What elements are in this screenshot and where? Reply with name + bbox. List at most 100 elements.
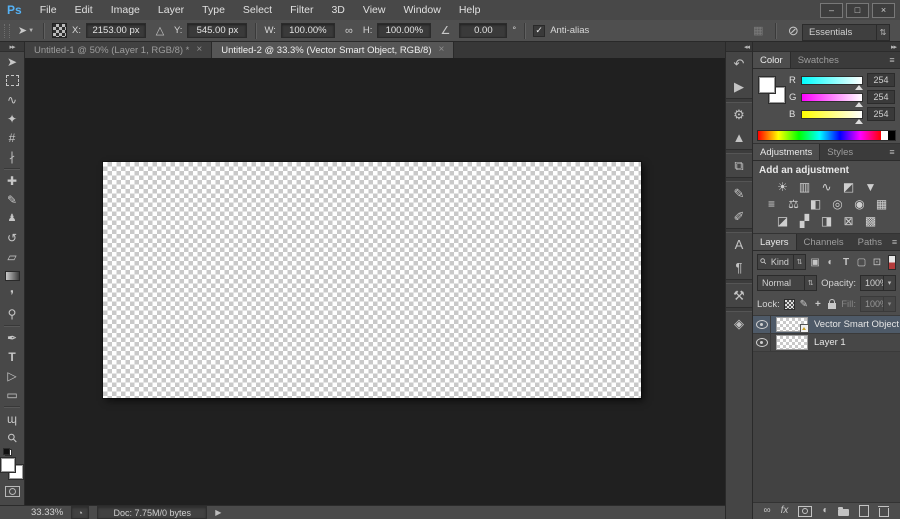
close-button[interactable]: × bbox=[872, 3, 895, 18]
move-tool-preset-button[interactable]: ➤ ▼ bbox=[17, 23, 35, 39]
3d-panel-icon[interactable]: ◈ bbox=[726, 312, 752, 335]
menu-help[interactable]: Help bbox=[450, 0, 490, 20]
lock-transparent-pixels-icon[interactable] bbox=[783, 298, 795, 310]
exposure-icon[interactable]: ◩ bbox=[840, 179, 857, 194]
path-selection-tool[interactable]: ▷ bbox=[0, 366, 24, 385]
x-input[interactable]: 2153.00 px bbox=[85, 23, 146, 38]
width-input[interactable]: 100.00% bbox=[280, 23, 335, 38]
vibrance-icon[interactable]: ▼ bbox=[862, 179, 879, 194]
menu-3d[interactable]: 3D bbox=[322, 0, 353, 20]
menu-select[interactable]: Select bbox=[234, 0, 281, 20]
clone-source-panel-icon[interactable]: ⧉ bbox=[726, 154, 752, 177]
blend-mode-select[interactable]: Normal ⇅ bbox=[757, 275, 818, 291]
options-bar-grip[interactable] bbox=[4, 23, 10, 38]
character-panel-icon[interactable]: A bbox=[726, 233, 752, 256]
warp-mode-icon[interactable]: ▦ bbox=[749, 23, 767, 39]
type-tool[interactable]: T bbox=[0, 347, 24, 366]
gradient-tool[interactable] bbox=[0, 266, 24, 285]
menu-window[interactable]: Window bbox=[394, 0, 449, 20]
link-layers-icon[interactable]: ∞ bbox=[764, 506, 771, 516]
height-input[interactable]: 100.00% bbox=[377, 23, 432, 38]
paragraph-panel-icon[interactable]: ¶ bbox=[726, 256, 752, 279]
gradient-map-icon[interactable]: ▩ bbox=[862, 213, 879, 228]
hue-saturation-icon[interactable]: ≡ bbox=[763, 196, 780, 211]
history-panel-icon[interactable]: ↶ bbox=[726, 52, 752, 75]
menu-view[interactable]: View bbox=[354, 0, 395, 20]
delete-layer-icon[interactable] bbox=[878, 505, 890, 517]
default-colors-icon[interactable] bbox=[3, 448, 12, 456]
blue-slider[interactable] bbox=[801, 109, 863, 124]
quick-selection-tool[interactable]: ✦ bbox=[0, 109, 24, 128]
zoom-tool[interactable]: ⚲ bbox=[0, 428, 24, 447]
filter-smart-objects-icon[interactable]: ⊡ bbox=[871, 255, 883, 269]
history-brush-tool[interactable]: ↺ bbox=[0, 228, 24, 247]
dock-collapse-button[interactable]: ▸▸ bbox=[753, 42, 900, 52]
spectrum-white[interactable] bbox=[881, 131, 888, 140]
new-layer-icon[interactable] bbox=[859, 505, 870, 517]
color-lookup-icon[interactable]: ▦ bbox=[873, 196, 890, 211]
slider-thumb[interactable] bbox=[855, 84, 863, 90]
red-slider[interactable] bbox=[801, 75, 863, 90]
curves-icon[interactable]: ∿ bbox=[818, 179, 835, 194]
new-adjustment-layer-icon[interactable]: ◐ bbox=[822, 506, 828, 516]
minimize-button[interactable]: – bbox=[820, 3, 843, 18]
tab-paths[interactable]: Paths bbox=[851, 234, 889, 250]
move-tool[interactable]: ➤ bbox=[0, 52, 24, 71]
panel-menu-icon[interactable]: ≡ bbox=[884, 144, 900, 160]
foreground-color-swatch[interactable] bbox=[759, 77, 775, 93]
lock-all-icon[interactable] bbox=[827, 299, 837, 309]
tab-adjustments[interactable]: Adjustments bbox=[753, 144, 821, 160]
layer-name[interactable]: Layer 1 bbox=[814, 337, 846, 348]
menu-layer[interactable]: Layer bbox=[149, 0, 193, 20]
opacity-select[interactable]: 100% ▾ bbox=[860, 275, 896, 291]
close-icon[interactable]: × bbox=[439, 45, 445, 55]
brush-tool[interactable]: ✎ bbox=[0, 190, 24, 209]
posterize-icon[interactable]: ▞ bbox=[796, 213, 813, 228]
channel-mixer-icon[interactable]: ◉ bbox=[851, 196, 868, 211]
layer-thumbnail[interactable] bbox=[776, 335, 808, 350]
status-expand-icon[interactable]: ▶ bbox=[215, 508, 221, 517]
layer-row-layer-1[interactable]: Layer 1 bbox=[753, 334, 900, 352]
tab-swatches[interactable]: Swatches bbox=[791, 52, 846, 68]
slider-thumb[interactable] bbox=[855, 118, 863, 124]
layer-thumbnail[interactable] bbox=[776, 317, 809, 333]
spectrum-gradient[interactable] bbox=[758, 131, 881, 140]
document-canvas-transparent[interactable] bbox=[102, 161, 642, 399]
tab-untitled-1[interactable]: Untitled-1 @ 50% (Layer 1, RGB/8) * × bbox=[25, 42, 213, 58]
brush-panel-icon[interactable]: ✎ bbox=[726, 182, 752, 205]
fill-select[interactable]: 100% ▾ bbox=[860, 296, 897, 312]
filtering-on-off-toggle[interactable] bbox=[888, 254, 897, 270]
photo-filter-icon[interactable]: ◎ bbox=[829, 196, 846, 211]
properties-panel-icon[interactable]: ⚙ bbox=[726, 103, 752, 126]
foreground-color-swatch[interactable] bbox=[1, 458, 15, 472]
filter-pixel-layers-icon[interactable]: ▣ bbox=[809, 255, 821, 269]
reference-point-locator[interactable] bbox=[52, 23, 67, 38]
brush-presets-panel-icon[interactable]: ✐ bbox=[726, 205, 752, 228]
cancel-transform-icon[interactable]: ⊘ bbox=[784, 23, 802, 39]
layer-row-vector-smart-object[interactable]: Vector Smart Object bbox=[753, 316, 900, 334]
red-value[interactable]: 254 bbox=[867, 73, 895, 87]
clone-stamp-tool[interactable]: ♟ bbox=[0, 209, 24, 228]
zoom-level[interactable]: 33.33% bbox=[31, 507, 63, 518]
histogram-panel-icon[interactable]: ▲ bbox=[726, 126, 752, 149]
black-white-icon[interactable]: ◧ bbox=[807, 196, 824, 211]
levels-icon[interactable]: ▥ bbox=[796, 179, 813, 194]
panel-menu-icon[interactable]: ≡ bbox=[884, 52, 900, 68]
brightness-contrast-icon[interactable]: ☀ bbox=[774, 179, 791, 194]
tab-channels[interactable]: Channels bbox=[797, 234, 851, 250]
color-spectrum-ramp[interactable] bbox=[757, 130, 896, 141]
green-value[interactable]: 254 bbox=[867, 90, 895, 104]
tool-presets-panel-icon[interactable]: ⚒ bbox=[726, 284, 752, 307]
eyedropper-tool[interactable]: ∤ bbox=[0, 147, 24, 166]
pen-tool[interactable]: ✒ bbox=[0, 328, 24, 347]
layer-effects-icon[interactable]: fx bbox=[781, 506, 789, 516]
menu-type[interactable]: Type bbox=[193, 0, 234, 20]
close-icon[interactable]: × bbox=[196, 45, 202, 55]
maintain-aspect-ratio-icon[interactable]: ∞ bbox=[340, 23, 358, 39]
anti-alias-checkbox[interactable]: ✓ bbox=[533, 24, 546, 37]
color-balance-icon[interactable]: ⚖ bbox=[785, 196, 802, 211]
relative-positioning-icon[interactable]: △ bbox=[151, 23, 169, 39]
layer-name[interactable]: Vector Smart Object bbox=[814, 319, 899, 330]
blur-tool[interactable]: ❜ bbox=[0, 285, 24, 304]
menu-edit[interactable]: Edit bbox=[66, 0, 102, 20]
